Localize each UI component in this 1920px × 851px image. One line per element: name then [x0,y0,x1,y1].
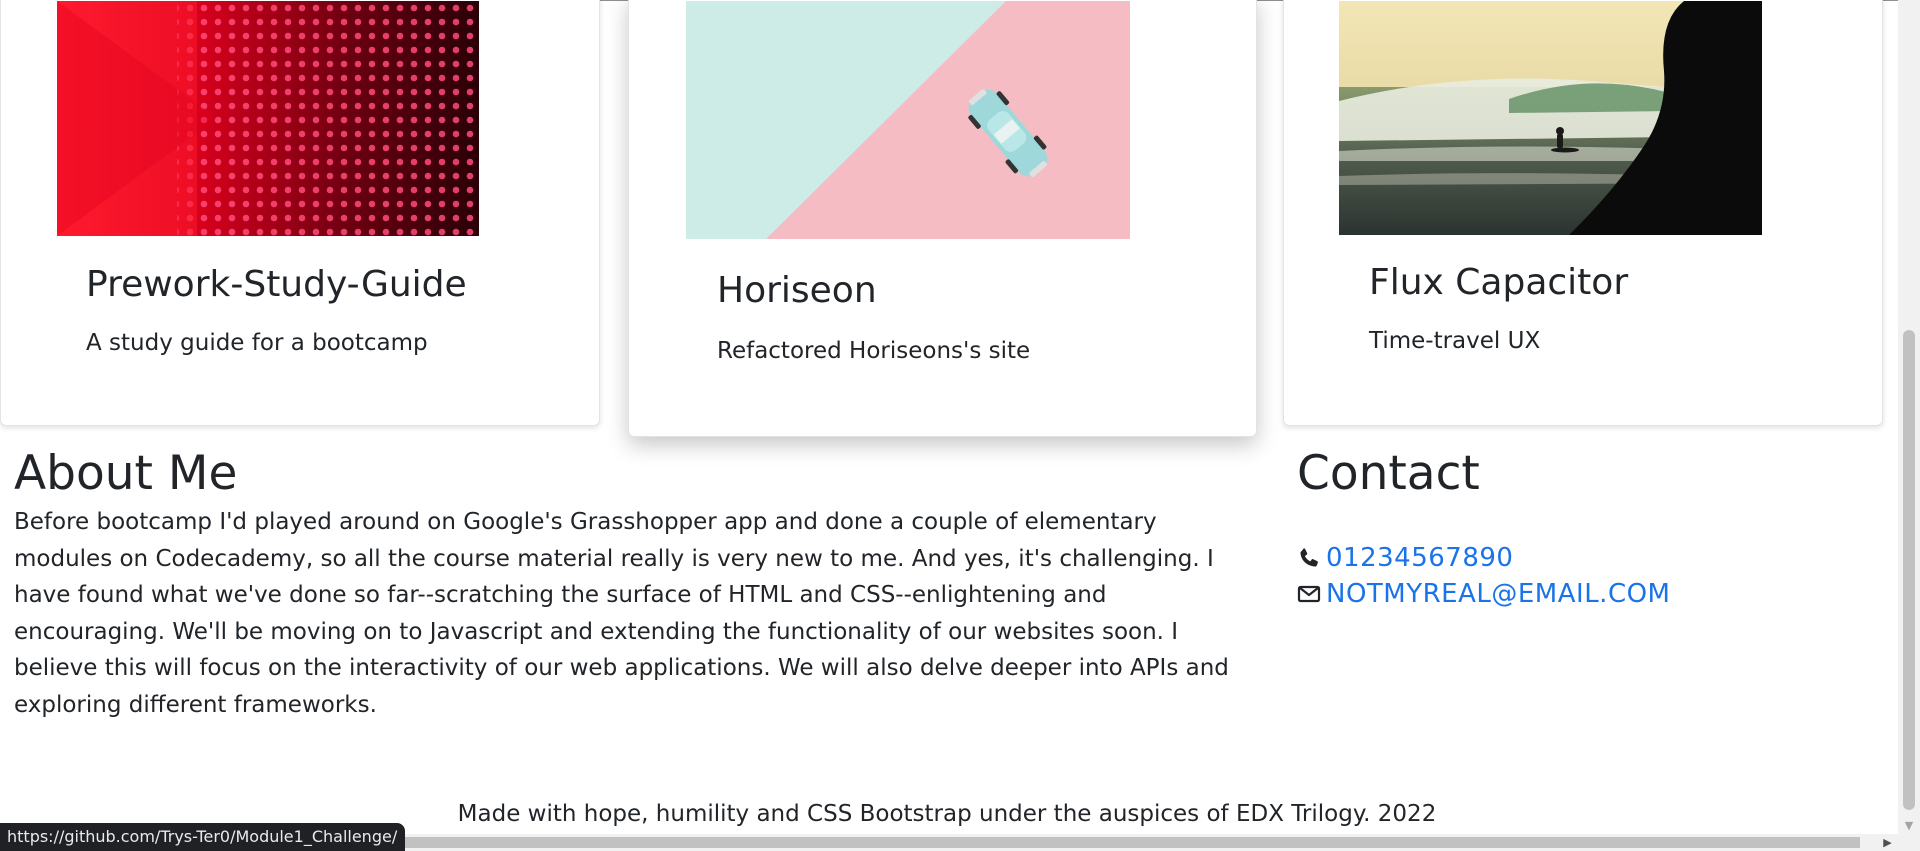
project-image-led-wall[interactable] [57,1,479,236]
scrollbar-corner [1898,834,1920,851]
link-status-bar: https://github.com/Trys-Ter0/Module1_Cha… [0,823,406,851]
project-title: Prework-Study-Guide [86,264,467,305]
phone-link[interactable]: 01234567890 [1326,543,1513,573]
vertical-scroll-thumb[interactable] [1903,330,1915,810]
project-image-surf-silhouette[interactable] [1339,1,1762,235]
phone-icon [1297,546,1321,570]
project-description: Refactored Horiseons's site [717,338,1031,364]
project-card-horiseon[interactable]: Horiseon Refactored Horiseons's site [628,0,1257,437]
contact-email-row: NOTMYREAL@EMAIL.COM [1297,578,1671,610]
scroll-right-arrow-icon[interactable]: ▶ [1879,834,1896,851]
project-card-prework[interactable]: Prework-Study-Guide A study guide for a … [0,0,600,426]
envelope-icon [1297,582,1321,606]
project-title: Flux Capacitor [1369,262,1629,303]
email-link[interactable]: NOTMYREAL@EMAIL.COM [1326,579,1671,609]
about-heading: About Me [14,446,238,501]
vertical-scrollbar[interactable]: ▼ [1898,0,1920,834]
project-description: A study guide for a bootcamp [86,330,428,356]
project-description: Time-travel UX [1369,328,1541,354]
contact-phone-row: 01234567890 [1297,542,1513,574]
project-title: Horiseon [717,270,877,311]
about-paragraph: Before bootcamp I'd played around on Goo… [14,509,1229,718]
project-image-toy-car[interactable] [686,1,1130,239]
project-card-flux-capacitor[interactable]: Flux Capacitor Time-travel UX [1283,0,1883,426]
contact-heading: Contact [1297,446,1480,501]
scroll-down-arrow-icon[interactable]: ▼ [1898,816,1920,834]
